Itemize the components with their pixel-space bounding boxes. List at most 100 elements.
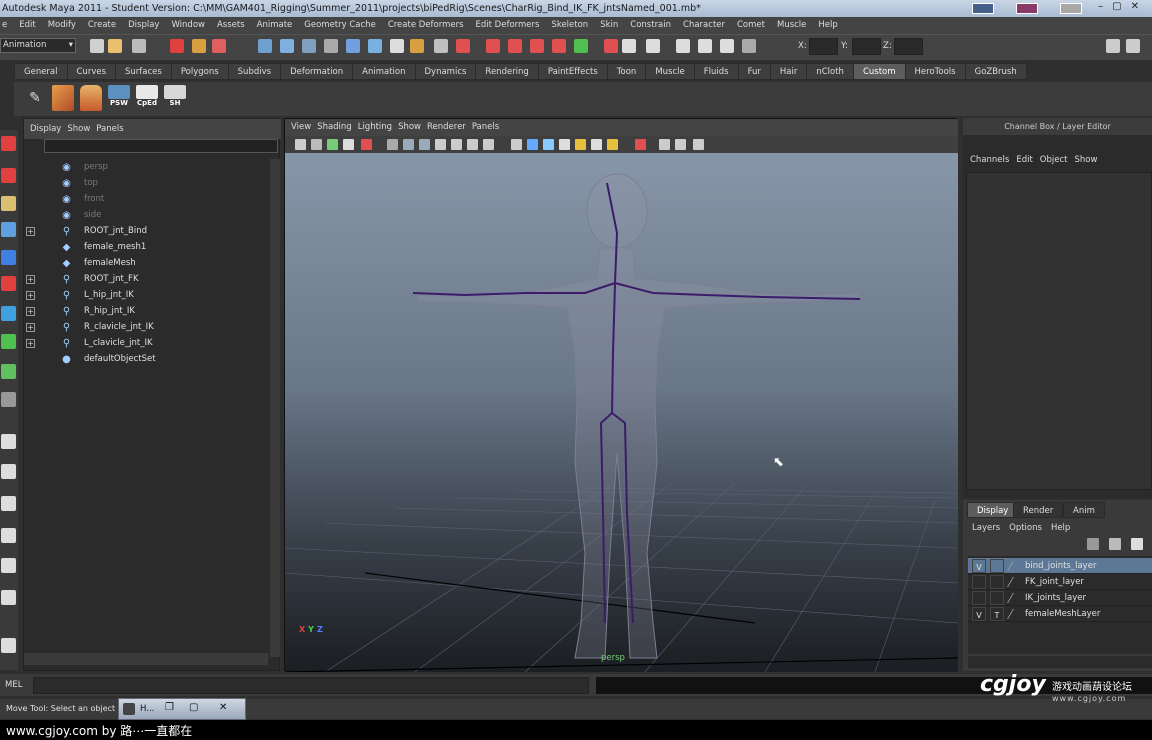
outliner-menu-show[interactable]: Show (67, 124, 90, 134)
viewport-tool-icon[interactable] (575, 139, 586, 150)
outliner-hscrollbar[interactable] (24, 653, 268, 665)
status-tool-icon[interactable] (90, 39, 104, 53)
shelf-tab-curves[interactable]: Curves (66, 63, 117, 80)
viewport-menu-panels[interactable]: Panels (472, 122, 499, 132)
viewport-menu-view[interactable]: View (291, 122, 311, 132)
thumbnail[interactable] (972, 3, 994, 14)
layer-visibility-toggle[interactable]: V (972, 559, 986, 573)
layer-type-toggle[interactable]: T (990, 607, 1004, 621)
menu-muscle[interactable]: Muscle (777, 20, 806, 30)
tool-icon[interactable] (1, 168, 16, 183)
shelf-tab-rendering[interactable]: Rendering (475, 63, 539, 80)
outliner-item[interactable]: ◉ front (24, 191, 269, 207)
menu-set-dropdown[interactable]: Animation ▾ (0, 38, 76, 53)
shelf-tab-toon[interactable]: Toon (606, 63, 647, 80)
status-tool-icon[interactable] (676, 39, 690, 53)
viewport-tool-icon[interactable] (543, 139, 554, 150)
status-tool-icon[interactable] (410, 39, 424, 53)
y-field[interactable] (852, 38, 881, 55)
outliner-menu-display[interactable]: Display (30, 124, 61, 134)
menu-window[interactable]: Window (171, 20, 205, 30)
viewport-tool-icon[interactable] (451, 139, 462, 150)
status-tool-icon[interactable] (486, 39, 500, 53)
layer-options-icon[interactable] (1131, 538, 1143, 550)
menu-display[interactable]: Display (128, 20, 159, 30)
layer-type-toggle[interactable] (990, 575, 1004, 589)
tool-icon[interactable] (1, 464, 16, 479)
menu-help[interactable]: Help (818, 20, 837, 30)
status-tool-icon[interactable] (698, 39, 712, 53)
layer-visibility-toggle[interactable] (972, 591, 986, 605)
expand-icon[interactable]: + (26, 291, 35, 300)
window-controls[interactable]: –▢✕ (1098, 1, 1148, 12)
mel-label[interactable]: MEL (5, 680, 22, 690)
status-tool-icon[interactable] (552, 39, 566, 53)
outliner-item[interactable]: + ⚲ ROOT_jnt_Bind (24, 223, 269, 239)
menu-create[interactable]: Create (88, 20, 116, 30)
tool-icon[interactable] (1, 528, 16, 543)
layer-tab-render[interactable]: Render (1013, 502, 1064, 518)
tool-icon[interactable] (1, 638, 16, 653)
shelf-tab-painteffects[interactable]: PaintEffects (537, 63, 608, 80)
status-tool-icon[interactable] (390, 39, 404, 53)
shelf-tab-dynamics[interactable]: Dynamics (414, 63, 477, 80)
status-tool-icon[interactable] (530, 39, 544, 53)
outliner-item[interactable]: + ⚲ ROOT_jnt_FK (24, 271, 269, 287)
menu-comet[interactable]: Comet (737, 20, 765, 30)
layer-type-toggle[interactable] (990, 559, 1004, 573)
tool-icon[interactable] (1, 496, 16, 511)
tool-icon[interactable] (1, 364, 16, 379)
shelf-tab-animation[interactable]: Animation (352, 63, 416, 80)
viewport-tool-icon[interactable] (295, 139, 306, 150)
menu-assets[interactable]: Assets (217, 20, 245, 30)
tool-icon[interactable] (1, 334, 16, 349)
channel-menu-show[interactable]: Show (1074, 155, 1097, 165)
viewport-tool-icon[interactable] (327, 139, 338, 150)
layer-menu-help[interactable]: Help (1051, 523, 1070, 533)
menu-edit-deformers[interactable]: Edit Deformers (476, 20, 540, 30)
viewport-menu-lighting[interactable]: Lighting (358, 122, 392, 132)
menu-create-deformers[interactable]: Create Deformers (388, 20, 464, 30)
status-tool-icon[interactable] (742, 39, 756, 53)
tool-icon[interactable] (1, 196, 16, 211)
layer-menu-options[interactable]: Options (1009, 523, 1042, 533)
viewport-tool-icon[interactable] (311, 139, 322, 150)
status-tool-icon[interactable] (258, 39, 272, 53)
layer-menu-layers[interactable]: Layers (972, 523, 1000, 533)
layer-row[interactable]: V TfemaleMeshLayer (968, 606, 1152, 622)
outliner-item[interactable]: + ⚲ R_hip_jnt_IK (24, 303, 269, 319)
expand-icon[interactable]: + (26, 307, 35, 316)
tool-icon[interactable] (1, 306, 16, 321)
expand-icon[interactable]: + (26, 323, 35, 332)
tool-icon[interactable] (1, 392, 16, 407)
shelf-tab-fluids[interactable]: Fluids (693, 63, 739, 80)
layer-tab-anim[interactable]: Anim (1063, 502, 1105, 518)
menu-skin[interactable]: Skin (600, 20, 618, 30)
status-tool-icon[interactable] (720, 39, 734, 53)
expand-icon[interactable]: + (26, 275, 35, 284)
status-tool-icon[interactable] (280, 39, 294, 53)
viewport-tool-icon[interactable] (483, 139, 494, 150)
menu-modify[interactable]: Modify (48, 20, 76, 30)
outliner-filter-field[interactable] (44, 139, 278, 153)
sh-button[interactable]: SH (164, 85, 186, 111)
status-tool-icon[interactable] (192, 39, 206, 53)
menu-animate[interactable]: Animate (257, 20, 293, 30)
shelf-tab-surfaces[interactable]: Surfaces (115, 63, 172, 80)
viewport-menu-shading[interactable]: Shading (317, 122, 352, 132)
status-tool-icon[interactable] (604, 39, 618, 53)
channel-menu-channels[interactable]: Channels (970, 155, 1009, 165)
viewport-scene[interactable]: persp XYZ ⬉ (285, 153, 958, 672)
shelf-tab-general[interactable]: General (14, 63, 68, 80)
tool-icon[interactable] (1, 590, 16, 605)
viewport-tool-icon[interactable] (343, 139, 354, 150)
viewport-tool-icon[interactable] (387, 139, 398, 150)
shelf-tab-gozbrush[interactable]: GoZBrush (964, 63, 1027, 80)
cped-button[interactable]: CpEd (136, 85, 158, 111)
shelf-tab-subdivs[interactable]: Subdivs (227, 63, 282, 80)
viewport-tool-icon[interactable] (527, 139, 538, 150)
x-field[interactable] (809, 38, 838, 55)
status-tool-icon[interactable] (346, 39, 360, 53)
status-tool-icon[interactable] (434, 39, 448, 53)
layer-hscrollbar[interactable] (968, 656, 1152, 668)
